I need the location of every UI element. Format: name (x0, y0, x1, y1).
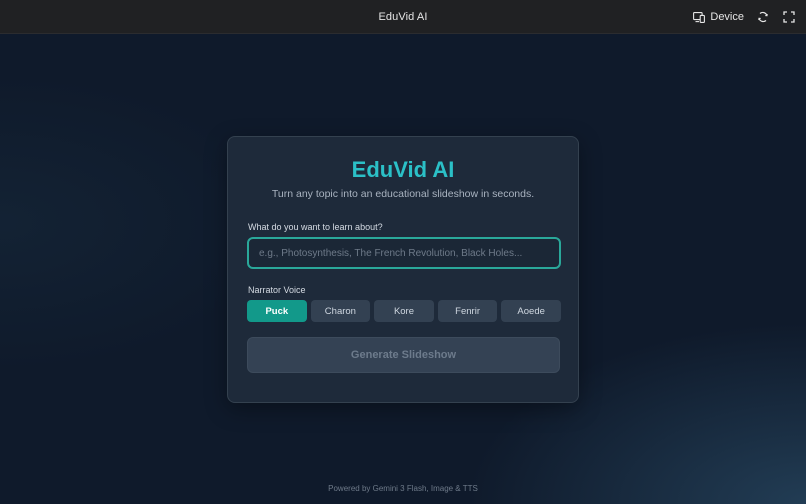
voice-option-aoede[interactable]: Aoede (501, 300, 561, 322)
top-bar-controls: Device (692, 0, 796, 34)
topic-input[interactable] (247, 237, 561, 269)
voice-selector: Puck Charon Kore Fenrir Aoede (247, 300, 561, 322)
top-bar: EduVid AI Device (0, 0, 806, 34)
window-title: EduVid AI (378, 10, 428, 23)
topic-label: What do you want to learn about? (248, 222, 383, 232)
voice-option-charon[interactable]: Charon (310, 300, 371, 322)
generate-slideshow-button[interactable]: Generate Slideshow (247, 337, 560, 373)
app-stage: EduVid AI Turn any topic into an educati… (0, 35, 806, 504)
device-icon (692, 10, 706, 24)
voice-option-puck[interactable]: Puck (247, 300, 307, 322)
create-slideshow-card: EduVid AI Turn any topic into an educati… (227, 136, 579, 403)
voice-option-fenrir[interactable]: Fenrir (437, 300, 498, 322)
device-button[interactable]: Device (692, 10, 744, 24)
rotate-icon[interactable] (756, 10, 770, 24)
voice-option-kore[interactable]: Kore (374, 300, 434, 322)
app-title: EduVid AI (351, 157, 455, 182)
app-subtitle: Turn any topic into an educational slide… (271, 188, 535, 200)
fullscreen-icon[interactable] (782, 10, 796, 24)
device-label: Device (710, 11, 744, 23)
voice-label: Narrator Voice (248, 285, 306, 295)
footer-credit: Powered by Gemini 3 Flash, Image & TTS (328, 484, 478, 493)
